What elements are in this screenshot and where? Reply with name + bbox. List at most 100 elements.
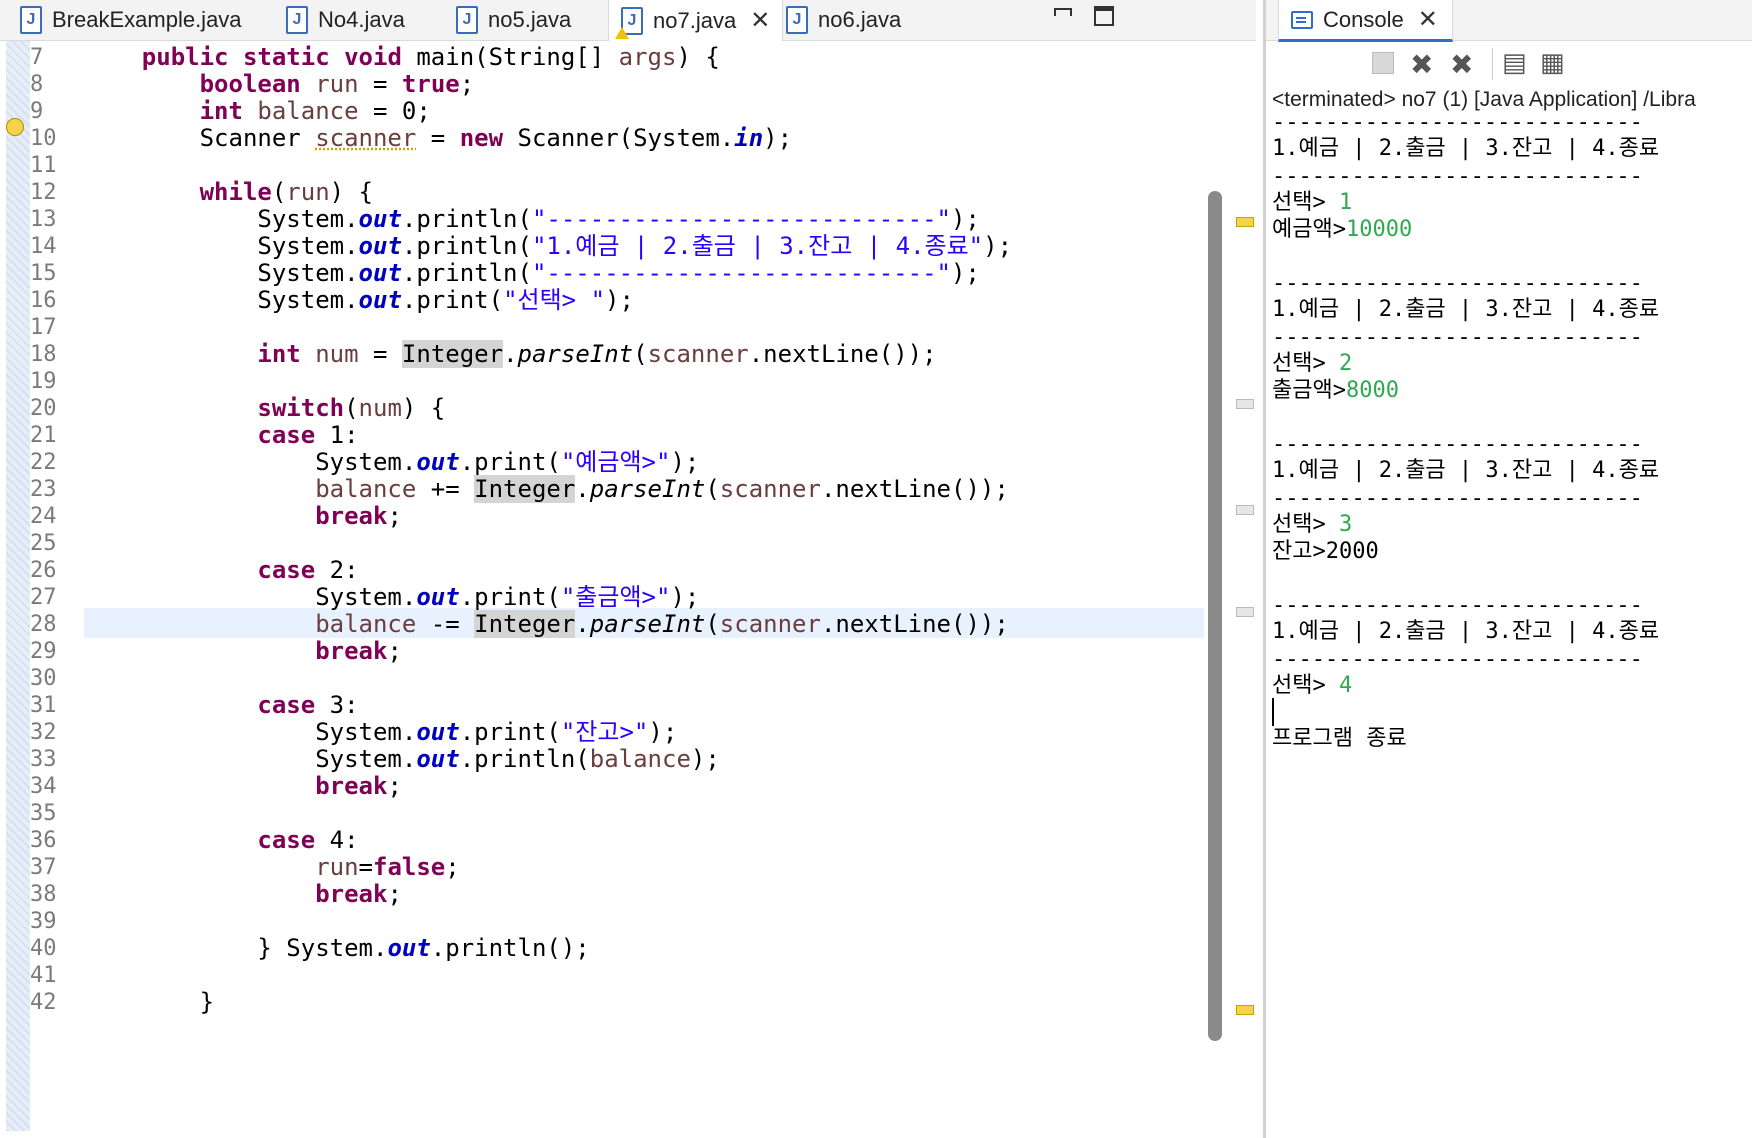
line-number[interactable]: 38: [30, 880, 70, 910]
editor-tab-no4[interactable]: J No4.java: [286, 0, 405, 40]
code-token: .nextLine());: [820, 610, 1009, 638]
line-number[interactable]: 12: [30, 178, 70, 208]
line-number[interactable]: 10: [30, 124, 70, 154]
code-line[interactable]: public static void main(String[] args) {: [84, 42, 720, 72]
code-token: );: [690, 745, 720, 773]
line-number[interactable]: 36: [30, 826, 70, 856]
remove-launch-icon[interactable]: ✖: [1410, 48, 1433, 81]
line-number[interactable]: 30: [30, 664, 70, 694]
line-number[interactable]: 13: [30, 205, 70, 235]
code-line[interactable]: System.out.print("선택> ");: [84, 285, 634, 315]
editor-tab-no7[interactable]: J no7.java ✕: [608, 0, 784, 41]
line-number[interactable]: 31: [30, 691, 70, 721]
remove-all-terminated-icon[interactable]: ✖: [1450, 48, 1473, 81]
code-line[interactable]: break;: [84, 771, 402, 801]
code-line[interactable]: case 4:: [84, 825, 358, 855]
console-output-line: 1.예금 | 2.출금 | 3.잔고 | 4.종료: [1272, 458, 1660, 483]
line-number[interactable]: 11: [30, 151, 70, 181]
code-line[interactable]: balance += Integer.parseInt(scanner.next…: [84, 474, 1009, 504]
code-line[interactable]: case 1:: [84, 420, 358, 450]
line-number[interactable]: 20: [30, 394, 70, 424]
line-number[interactable]: 8: [30, 70, 70, 100]
editor-tab-no5[interactable]: J no5.java: [456, 0, 571, 40]
code-line[interactable]: System.out.print("잔고>");: [84, 717, 677, 747]
code-line[interactable]: Scanner scanner = new Scanner(System.in)…: [84, 123, 792, 153]
console-output-line: 선택> 2: [1272, 349, 1352, 379]
clear-console-icon[interactable]: ▤: [1502, 48, 1527, 78]
editor-tab-no6[interactable]: J no6.java: [786, 0, 901, 40]
terminate-icon[interactable]: [1372, 52, 1394, 74]
code-line[interactable]: break;: [84, 636, 402, 666]
code-token: .println(: [401, 232, 532, 260]
line-number[interactable]: 41: [30, 961, 70, 991]
line-number[interactable]: 22: [30, 448, 70, 478]
code-line[interactable]: } System.out.println();: [84, 933, 589, 963]
line-number[interactable]: 37: [30, 853, 70, 883]
code-editor[interactable]: 7 8 9 10 11 12 13 14 15 16 17 18 19 20 21 22 23 24 25 26 27 2…: [0, 41, 1256, 1138]
minimize-icon[interactable]: [1054, 8, 1072, 16]
code-line[interactable]: int balance = 0;: [84, 96, 431, 126]
line-number[interactable]: 23: [30, 475, 70, 505]
code-line[interactable]: System.out.println("--------------------…: [84, 204, 980, 234]
code-line[interactable]: System.out.print("예금액>");: [84, 447, 699, 477]
line-number[interactable]: 16: [30, 286, 70, 316]
close-icon[interactable]: ✕: [750, 6, 770, 35]
lightbulb-warning-icon[interactable]: [6, 118, 24, 136]
line-number[interactable]: 39: [30, 907, 70, 937]
code-line[interactable]: run=false;: [84, 852, 460, 882]
java-file-icon: J: [786, 6, 808, 34]
line-number[interactable]: 40: [30, 934, 70, 964]
line-number[interactable]: 7: [30, 43, 70, 73]
line-number[interactable]: 9: [30, 97, 70, 127]
code-line[interactable]: switch(num) {: [84, 393, 445, 423]
overview-marker[interactable]: [1236, 607, 1254, 617]
line-number[interactable]: 28: [30, 610, 70, 640]
code-line[interactable]: break;: [84, 879, 402, 909]
warning-overview-marker[interactable]: [1236, 217, 1254, 227]
scroll-lock-icon[interactable]: ▦: [1540, 48, 1565, 78]
code-token: System.: [84, 583, 417, 611]
editor-tab-breakexample[interactable]: J BreakExample.java: [20, 0, 242, 40]
code-line[interactable]: boolean run = true;: [84, 69, 475, 99]
warning-overview-marker[interactable]: [1236, 1005, 1254, 1015]
line-number[interactable]: 14: [30, 232, 70, 262]
line-number[interactable]: 29: [30, 637, 70, 667]
line-number[interactable]: 24: [30, 502, 70, 532]
line-number[interactable]: 27: [30, 583, 70, 613]
code-line[interactable]: case 3:: [84, 690, 358, 720]
line-number[interactable]: 17: [30, 313, 70, 343]
line-number[interactable]: 32: [30, 718, 70, 748]
line-number[interactable]: 26: [30, 556, 70, 586]
line-number[interactable]: 42: [30, 988, 70, 1018]
line-number[interactable]: 21: [30, 421, 70, 451]
editor-tab-bar: J BreakExample.java J No4.java J no5.jav…: [0, 0, 1256, 41]
code-line[interactable]: System.out.println("--------------------…: [84, 258, 980, 288]
line-number[interactable]: 34: [30, 772, 70, 802]
tab-console[interactable]: Console ✕: [1278, 0, 1453, 42]
variable-token: scanner: [719, 610, 821, 638]
line-number[interactable]: 18: [30, 340, 70, 370]
line-number[interactable]: 35: [30, 799, 70, 829]
code-line[interactable]: }: [84, 987, 214, 1017]
code-line[interactable]: balance -= Integer.parseInt(scanner.next…: [84, 609, 1009, 639]
code-token: ;: [387, 637, 402, 665]
code-token: );: [950, 259, 980, 287]
code-line[interactable]: break;: [84, 501, 402, 531]
code-line[interactable]: int num = Integer.parseInt(scanner.nextL…: [84, 339, 937, 369]
code-line[interactable]: System.out.println(balance);: [84, 744, 720, 774]
vertical-scrollbar[interactable]: [1208, 191, 1222, 1041]
line-number[interactable]: 25: [30, 529, 70, 559]
close-icon[interactable]: ✕: [1418, 5, 1438, 34]
line-number[interactable]: 33: [30, 745, 70, 775]
code-line[interactable]: System.out.print("출금액>");: [84, 582, 699, 612]
code-line[interactable]: System.out.println("1.예금 | 2.출금 | 3.잔고 |…: [84, 231, 1012, 261]
line-number[interactable]: 19: [30, 367, 70, 397]
overview-marker[interactable]: [1236, 505, 1254, 515]
overview-marker[interactable]: [1236, 399, 1254, 409]
code-line[interactable]: while(run) {: [84, 177, 373, 207]
maximize-icon[interactable]: [1094, 6, 1114, 26]
line-number[interactable]: 15: [30, 259, 70, 289]
code-line[interactable]: case 2:: [84, 555, 358, 585]
